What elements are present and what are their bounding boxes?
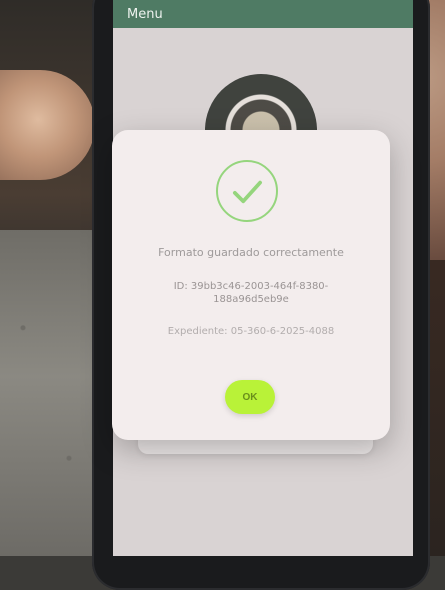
checkmark-icon [232,180,262,204]
id-text: ID: 39bb3c46-2003-464f-8380-188a96d5eb9e [173,281,329,305]
success-check-circle [216,160,278,222]
success-message: Formato guardado correctamente [158,246,344,259]
app-header: Menu [113,0,413,28]
menu-label[interactable]: Menu [127,7,163,22]
success-dialog: Formato guardado correctamente ID: 39bb3… [112,130,390,440]
ok-button[interactable]: OK [225,380,275,414]
expediente-text: Expediente: 05-360-6-2025-4088 [167,326,335,337]
